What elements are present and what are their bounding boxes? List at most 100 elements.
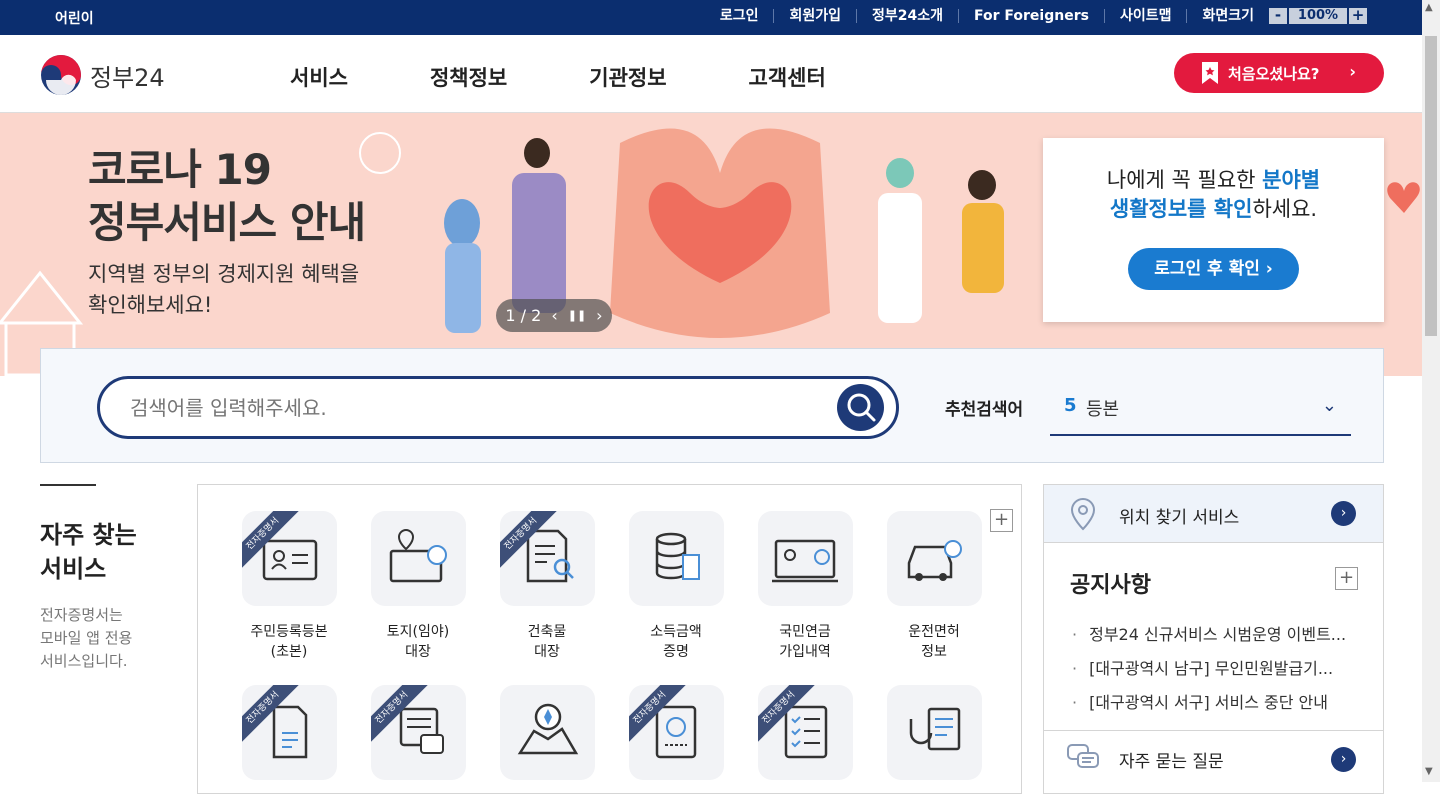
prev-icon[interactable]: ‹ [551,306,557,325]
service-item[interactable]: 국민연금가입내역 [740,511,870,662]
pause-icon[interactable]: ❚❚ [568,309,586,322]
service-label-line1: 국민연금 [779,624,831,640]
zoom-out-button[interactable]: - [1269,8,1287,24]
first-visit-label: 처음오셨나요? [1228,64,1320,83]
notice-item-text: [대구광역시 남구] 무인민원발급기... [1089,659,1334,678]
favorite-services-panel: + 전자증명서 주민등록등본 (초본) 토지(임야) 대장 전자증명서 건축물 대장 소득금액 증… [197,484,1022,794]
chevron-down-icon: ⌄ [1321,395,1337,416]
service-item[interactable]: 소득금액 증명 [611,511,741,662]
hero-title-line1: 코로나 19 [88,145,272,194]
faq-go-icon[interactable]: › [1331,747,1356,772]
chevron-right-icon: › [1349,62,1356,81]
favorite-title: 자주 찾는 서비스 [40,518,160,586]
passport-icon: 전자증명서 [628,685,724,780]
taegeuk-logo-icon [41,55,81,95]
info-line1-b: 분야별 [1262,168,1321,192]
document-search-icon: 전자증명서 [499,511,595,606]
pager-count: 1 / 2 [505,306,542,325]
nav-policy[interactable]: 정책정보 [430,62,507,92]
hero-banner[interactable]: 코로나 19 정부서비스 안내 지역별 정부의 경제지원 혜택을 확인해보세요!… [0,113,1422,376]
right-column: 위치 찾기 서비스 › 공지사항 + · 정부24 신규서비스 시범운영 이벤트.… [1043,484,1384,794]
faq-service[interactable]: 자주 묻는 질문 › [1044,731,1383,791]
favorite-desc: 전자증명서는 모바일 앱 전용 서비스입니다. [40,604,160,673]
service-item[interactable]: 운전면허 정보 [869,511,999,662]
notice-item-text: [대구광역시 서구] 서비스 중단 안내 [1089,693,1329,712]
service-item[interactable]: 토지(임야) 대장 [353,511,483,662]
service-label: 토지(임야) 대장 [353,622,483,662]
kids-link[interactable]: 어린이 [55,8,94,28]
sitemap-link[interactable]: 사이트맵 [1103,9,1187,23]
map-monitor-icon [370,511,466,606]
service-item[interactable]: 전자증명서 [611,685,741,780]
zoom-value: 100% [1289,8,1347,24]
utility-links: 로그인 회원가입 정부24소개 For Foreigners 사이트맵 화면크기… [705,8,1367,24]
service-item[interactable]: 전자증명서주민등록등본 (초본) [224,511,354,662]
service-label-line2: 가입내역 [779,644,831,660]
service-label: 운전면허 정보 [869,622,999,662]
bullet-icon: · [1072,625,1078,644]
nav-services[interactable]: 서비스 [290,62,348,92]
notice-more-plus-icon[interactable]: + [1335,567,1358,590]
screen-size-label: 화면크기 [1186,9,1269,23]
about-link[interactable]: 정부24소개 [855,9,958,23]
banner-pager: 1 / 2 ‹ ❚❚ › [496,299,612,332]
notice-item[interactable]: · [대구광역시 남구] 무인민원발급기... [1072,652,1362,686]
service-label-line2: 대장 [534,644,560,660]
nav-customer[interactable]: 고객센터 [749,62,826,92]
info-line1-a: 나에게 꼭 필요한 [1106,168,1263,192]
foreigners-link[interactable]: For Foreigners [958,9,1104,23]
notice-item[interactable]: · 정부24 신규서비스 시범운영 이벤트... [1072,618,1362,652]
zoom-in-button[interactable]: + [1349,8,1367,24]
monitor-id-icon [757,511,853,606]
service-item[interactable]: 전자증명서 [353,685,483,780]
service-label-line1: 운전면허 [908,624,960,640]
favorite-title-line1: 자주 찾는 [40,521,137,549]
scrollbar[interactable]: ▲ ▼ [1422,0,1440,782]
life-info-box: 나에게 꼭 필요한 분야별 생활정보를 확인하세요. 로그인 후 확인 › [1043,138,1384,322]
service-item[interactable]: 전자증명서 건축물 대장 [482,511,612,662]
location-label: 위치 찾기 서비스 [1119,508,1240,528]
service-label: 소득금액 증명 [611,622,741,662]
notice-box: 공지사항 + · 정부24 신규서비스 시범운영 이벤트... · [대구광역시 남… [1044,543,1383,731]
id-card-icon: 전자증명서 [241,511,337,606]
logo[interactable]: 정부24 [40,54,165,96]
search-box [97,376,899,439]
service-label-line1: 토지(임야) [386,624,450,640]
service-item[interactable]: 전자증명서 [740,685,870,780]
service-item[interactable]: 전자증명서 [224,685,354,780]
checklist-icon: 전자증명서 [757,685,853,780]
location-go-icon[interactable]: › [1331,501,1356,526]
signup-link[interactable]: 회원가입 [773,9,856,23]
hero-sub-line2: 확인해보세요! [88,293,213,317]
notice-item[interactable]: · [대구광역시 서구] 서비스 중단 안내 [1072,686,1362,720]
info-line2-a: 생활정보를 확인 [1109,197,1253,221]
location-service[interactable]: 위치 찾기 서비스 › [1044,485,1383,543]
first-visit-button[interactable]: 처음오셨나요? › [1174,53,1384,93]
zoom-control: - 100% + [1269,8,1367,24]
login-link[interactable]: 로그인 [705,9,774,23]
scrollbar-thumb[interactable] [1425,36,1437,336]
favorite-desc-line2: 모바일 앱 전용 [40,629,133,647]
login-check-label: 로그인 후 확인 [1154,259,1260,279]
service-item[interactable] [482,685,612,780]
faq-label: 자주 묻는 질문 [1119,752,1224,772]
recommend-select[interactable]: 5 등본 ⌄ [1050,387,1351,436]
hero-title: 코로나 19 정부서비스 안내 [88,143,366,249]
scroll-down-icon[interactable]: ▼ [1425,766,1433,777]
service-item[interactable] [869,685,999,780]
header: 정부24 서비스 정책정보 기관정보 고객센터 처음오셨나요? › [0,35,1422,113]
search-panel: 추천검색어 5 등본 ⌄ [40,348,1384,463]
login-check-button[interactable]: 로그인 후 확인 › [1128,248,1299,290]
favorite-desc-line1: 전자증명서는 [40,606,123,624]
service-label: 주민등록등본 (초본) [224,622,354,662]
next-icon[interactable]: › [596,306,602,325]
document-icon: 전자증명서 [241,685,337,780]
bullet-icon: · [1072,659,1078,678]
scroll-up-icon[interactable]: ▲ [1425,2,1433,13]
favorite-section-heading: 자주 찾는 서비스 전자증명서는 모바일 앱 전용 서비스입니다. [40,484,160,673]
chat-bubbles-icon [1067,744,1099,768]
nav-agency[interactable]: 기관정보 [589,62,666,92]
info-line2-b: 하세요. [1252,197,1318,221]
search-button[interactable] [837,384,884,431]
search-input[interactable] [130,393,810,423]
